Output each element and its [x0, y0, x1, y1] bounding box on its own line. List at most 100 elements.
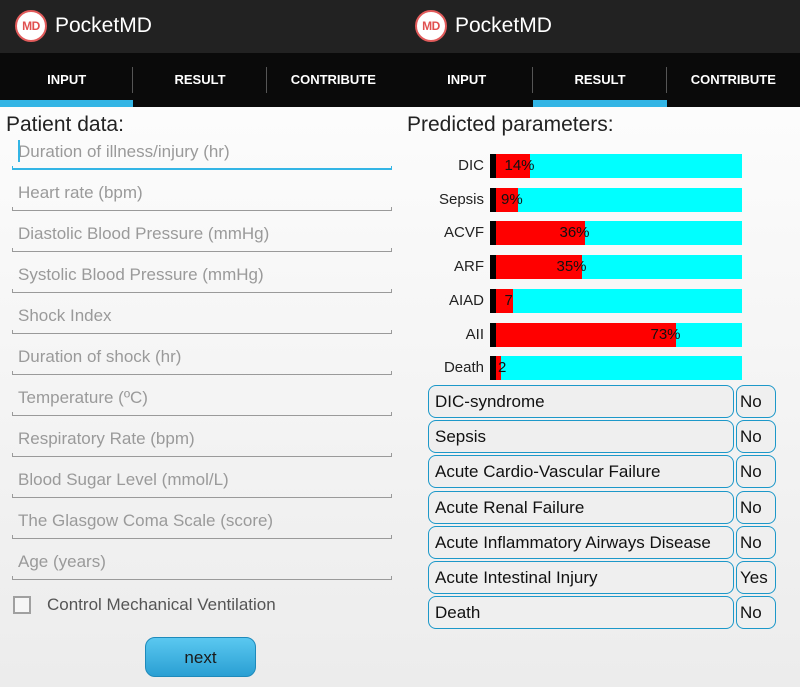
- app-logo: MD: [15, 10, 47, 42]
- tab-contribute[interactable]: CONTRIBUTE: [267, 53, 400, 107]
- tab-label: CONTRIBUTE: [690, 72, 776, 87]
- age-input[interactable]: [12, 546, 392, 578]
- action-bar: MD PocketMD: [400, 0, 800, 53]
- bar-label: ARF: [454, 258, 484, 276]
- blood-sugar-field[interactable]: [12, 464, 392, 500]
- section-title: Predicted parameters:: [407, 113, 614, 136]
- diastolic-bp-input[interactable]: [12, 218, 392, 250]
- field-underline: [12, 207, 392, 211]
- bar-label: Death: [443, 359, 484, 377]
- tab-input[interactable]: INPUT: [0, 53, 134, 107]
- outcome-name: DIC-syndrome: [428, 385, 734, 418]
- glasgow-coma-scale-input[interactable]: [12, 505, 392, 537]
- tab-result[interactable]: RESULT: [533, 53, 667, 107]
- diastolic-bp-field[interactable]: [12, 218, 392, 254]
- field-underline: [12, 289, 392, 293]
- field-underline: [12, 453, 392, 457]
- bar-value-label: 9%: [501, 190, 523, 208]
- tab-bar: INPUT RESULT CONTRIBUTE: [400, 53, 800, 107]
- systolic-bp-input[interactable]: [12, 259, 392, 291]
- mechanical-ventilation-checkbox[interactable]: [13, 596, 31, 614]
- systolic-bp-field[interactable]: [12, 259, 392, 295]
- tab-bar: INPUT RESULT CONTRIBUTE: [0, 53, 400, 107]
- checkbox-label: Control Mechanical Ventilation: [47, 595, 276, 614]
- field-underline: [12, 371, 392, 375]
- duration-of-shock-field[interactable]: [12, 341, 392, 377]
- heart-rate-field[interactable]: [12, 177, 392, 213]
- mechanical-ventilation-row[interactable]: Control Mechanical Ventilation: [13, 592, 276, 618]
- tab-input[interactable]: INPUT: [400, 53, 534, 107]
- action-bar: MD PocketMD: [0, 0, 400, 53]
- bar-label: AIAD: [448, 291, 484, 309]
- bar-label: Sepsis: [438, 190, 484, 208]
- respiratory-rate-field[interactable]: [12, 423, 392, 459]
- outcome-value: No: [736, 525, 776, 559]
- app-title: PocketMD: [455, 14, 552, 37]
- bar-row-aii: AII 73%: [400, 322, 800, 347]
- outcome-name: Sepsis: [428, 420, 734, 454]
- bar-row-sepsis: Sepsis 9%: [400, 187, 800, 212]
- bar-track: 9%: [490, 187, 742, 212]
- bar-value-label: 2: [498, 359, 507, 377]
- outcome-value: No: [736, 596, 776, 630]
- bar-label: AII: [465, 325, 484, 343]
- respiratory-rate-input[interactable]: [12, 423, 392, 455]
- outcome-value: Yes: [736, 561, 776, 594]
- bar-track: 35%: [490, 255, 742, 280]
- bar-label: ACVF: [443, 224, 484, 242]
- bar-value-label: 35%: [556, 258, 587, 276]
- tab-label: CONTRIBUTE: [290, 72, 376, 87]
- duration-of-illness-input[interactable]: [12, 136, 392, 168]
- app-title: PocketMD: [55, 14, 152, 37]
- shock-index-field[interactable]: [12, 300, 392, 336]
- outcome-name: Acute Inflammatory Airways Disease: [428, 525, 734, 559]
- glasgow-coma-scale-field[interactable]: [12, 505, 392, 541]
- bar-track: 2: [490, 356, 742, 381]
- bar-row-death: Death 2: [400, 356, 800, 381]
- outcome-name: Acute Intestinal Injury: [428, 561, 734, 594]
- field-underline: [12, 330, 392, 334]
- bar-label: DIC: [458, 157, 484, 174]
- bar-row-aiad: AIAD 7: [400, 288, 800, 313]
- bar-track: 73%: [490, 322, 742, 347]
- outcome-value: No: [736, 385, 776, 418]
- bar-value-label: 14%: [504, 157, 535, 174]
- tab-label: RESULT: [174, 72, 226, 87]
- result-screen: MD PocketMD INPUT RESULT CONTRIBUTE Pred…: [400, 0, 800, 687]
- text-cursor: [18, 140, 20, 162]
- tab-label: INPUT: [47, 72, 87, 87]
- bar-track: 36%: [490, 221, 742, 246]
- shock-index-input[interactable]: [12, 300, 392, 332]
- bar-value-label: 36%: [559, 224, 590, 242]
- tab-indicator: [533, 100, 667, 107]
- next-button[interactable]: next: [145, 637, 256, 677]
- tab-label: RESULT: [574, 72, 626, 87]
- bar-row-acvf: ACVF 36%: [400, 221, 800, 246]
- temperature-input[interactable]: [12, 382, 392, 414]
- temperature-field[interactable]: [12, 382, 392, 418]
- age-field[interactable]: [12, 546, 392, 582]
- bar-track: 14%: [490, 154, 742, 178]
- tab-indicator: [0, 100, 134, 107]
- outcome-name: Acute Cardio-Vascular Failure: [428, 455, 734, 489]
- outcome-name: Death: [428, 596, 734, 630]
- section-title: Patient data:: [6, 113, 124, 136]
- input-screen: MD PocketMD INPUT RESULT CONTRIBUTE Pati…: [0, 0, 400, 687]
- bar-value-label: 73%: [650, 325, 681, 343]
- field-underline: [12, 166, 392, 170]
- heart-rate-input[interactable]: [12, 177, 392, 209]
- outcome-value: No: [736, 455, 776, 489]
- tab-contribute[interactable]: CONTRIBUTE: [667, 53, 800, 107]
- duration-of-illness-field[interactable]: [12, 136, 392, 172]
- field-underline: [12, 412, 392, 416]
- outcome-name: Acute Renal Failure: [428, 490, 734, 524]
- outcome-value: No: [736, 490, 776, 524]
- app-logo: MD: [415, 10, 447, 42]
- bar-fill: [496, 322, 676, 347]
- bar-track: 7: [490, 288, 742, 313]
- tab-result[interactable]: RESULT: [133, 53, 267, 107]
- blood-sugar-input[interactable]: [12, 464, 392, 496]
- tab-label: INPUT: [447, 72, 487, 87]
- field-underline: [12, 576, 392, 580]
- duration-of-shock-input[interactable]: [12, 341, 392, 373]
